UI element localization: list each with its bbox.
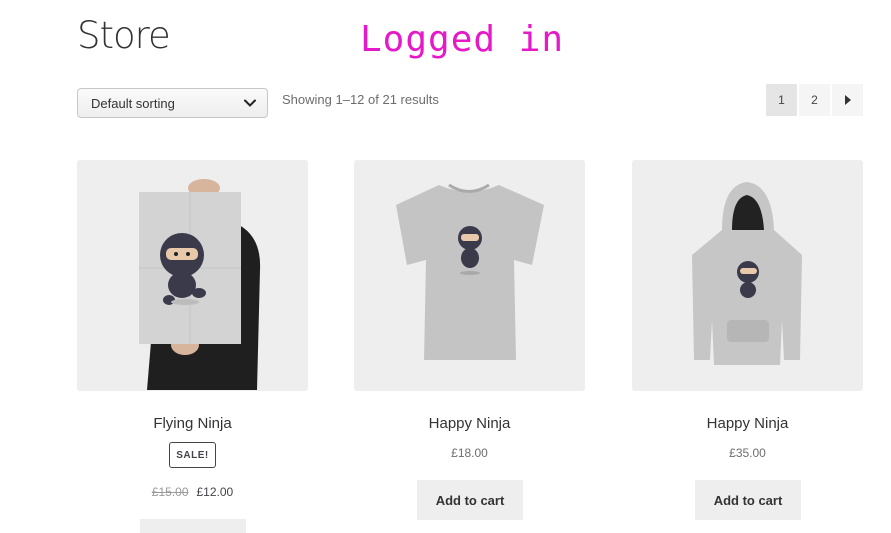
result-count: Showing 1–12 of 21 results: [282, 92, 439, 107]
next-page-button[interactable]: [832, 84, 863, 116]
ninja-tshirt-image: [354, 160, 585, 391]
sort-select[interactable]: Default sorting: [77, 88, 268, 118]
pagination: 1 2: [766, 84, 863, 116]
product-image-link[interactable]: [632, 160, 863, 391]
caret-right-icon: [844, 95, 851, 105]
page-title: Store: [77, 14, 171, 57]
product-image-link[interactable]: [354, 160, 585, 391]
select-options-button[interactable]: [140, 519, 246, 533]
product-price: £35.00: [729, 446, 766, 460]
page-2-link[interactable]: 2: [799, 84, 830, 116]
product-price: £18.00: [451, 446, 488, 460]
sale-price: £12.00: [196, 485, 234, 499]
product-name: Happy Ninja: [706, 415, 789, 432]
product-card: Happy Ninja £18.00 Add to cart: [354, 160, 585, 520]
product-card: Happy Ninja £35.00 Add to cart: [632, 160, 863, 520]
product-name: Happy Ninja: [428, 415, 511, 432]
old-price: £15.00: [151, 485, 189, 499]
chevron-down-icon: [244, 99, 256, 107]
product-price: £15.00 £12.00: [77, 485, 308, 499]
add-to-cart-button[interactable]: Add to cart: [695, 480, 801, 520]
product-image-link[interactable]: [77, 160, 308, 391]
sale-badge: SALE!: [169, 442, 216, 468]
add-to-cart-button[interactable]: Add to cart: [417, 480, 523, 520]
page-1-current: 1: [766, 84, 797, 116]
ninja-poster-image: [77, 160, 308, 391]
ninja-hoodie-image: [632, 160, 863, 391]
sort-select-value: Default sorting: [91, 95, 175, 111]
product-name: Flying Ninja: [153, 415, 232, 432]
product-card: Flying Ninja SALE! £15.00 £12.00: [77, 160, 308, 533]
login-status-label: Logged in: [360, 19, 565, 60]
